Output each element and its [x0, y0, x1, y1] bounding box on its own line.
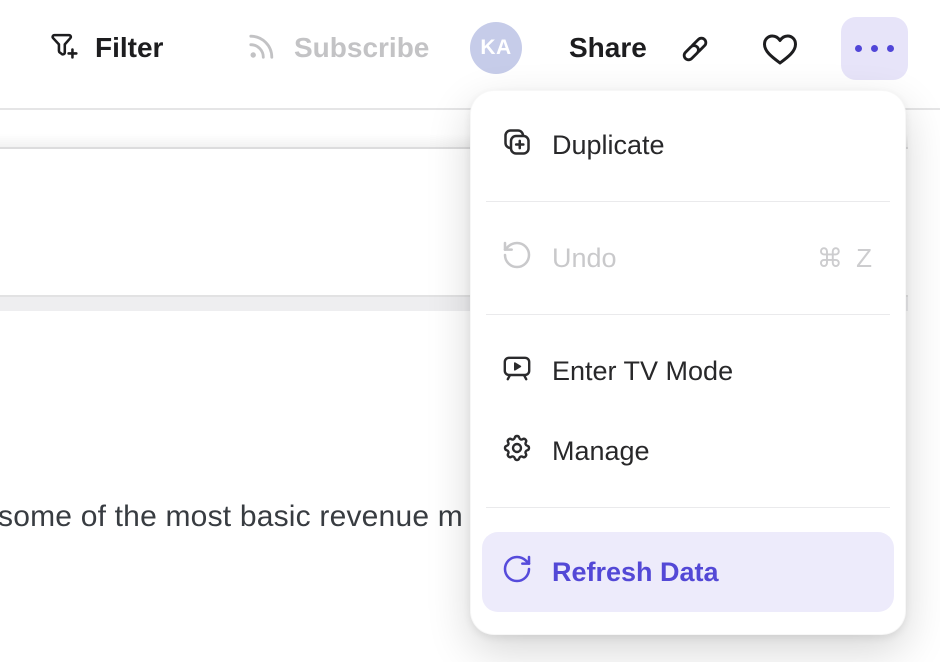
filter-button[interactable]: Filter — [46, 24, 163, 72]
ellipsis-icon — [855, 45, 894, 52]
more-options-button[interactable] — [841, 17, 908, 80]
menu-item-refresh-data[interactable]: Refresh Data — [482, 532, 894, 612]
app-window: some of the most basic revenue m Filter … — [0, 0, 940, 662]
menu-item-label: Duplicate — [552, 130, 665, 161]
menu-divider — [486, 314, 890, 315]
body-text-fragment: some of the most basic revenue m — [0, 500, 463, 534]
undo-arrow-icon — [501, 239, 533, 278]
favorite-button[interactable] — [760, 28, 800, 76]
menu-item-label: Refresh Data — [552, 557, 719, 588]
menu-divider — [486, 507, 890, 508]
menu-item-manage[interactable]: Manage — [482, 419, 894, 483]
menu-item-label: Manage — [552, 436, 650, 467]
share-button[interactable]: Share — [569, 24, 647, 72]
heart-icon — [760, 31, 800, 74]
filter-label: Filter — [95, 32, 163, 64]
avatar-initials: KA — [480, 36, 511, 60]
share-label: Share — [569, 32, 647, 64]
funnel-plus-icon — [46, 29, 80, 68]
keyboard-shortcut: ⌘ Z — [817, 243, 875, 274]
copy-link-button[interactable] — [678, 27, 712, 75]
menu-item-duplicate[interactable]: Duplicate — [482, 113, 894, 177]
rss-icon — [245, 29, 279, 68]
more-options-menu: Duplicate Undo ⌘ Z — [470, 90, 906, 635]
subscribe-button[interactable]: Subscribe — [245, 24, 429, 72]
subscribe-label: Subscribe — [294, 32, 429, 64]
refresh-icon — [501, 553, 533, 592]
menu-item-label: Enter TV Mode — [552, 356, 733, 387]
menu-item-label: Undo — [552, 243, 617, 274]
copy-plus-icon — [501, 126, 533, 165]
menu-item-enter-tv-mode[interactable]: Enter TV Mode — [482, 339, 894, 403]
avatar[interactable]: KA — [470, 22, 522, 74]
menu-item-undo[interactable]: Undo ⌘ Z — [482, 226, 894, 290]
link-icon — [678, 32, 712, 71]
menu-divider — [486, 201, 890, 202]
tv-play-icon — [501, 352, 533, 391]
gear-icon — [501, 432, 533, 471]
